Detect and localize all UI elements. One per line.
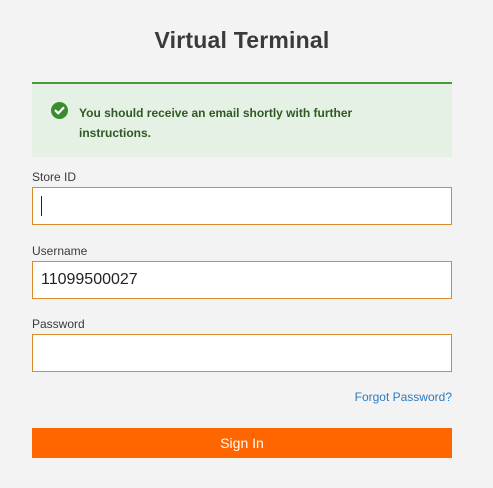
forgot-password-link[interactable]: Forgot Password? bbox=[355, 390, 452, 404]
sign-in-button[interactable]: Sign In bbox=[32, 428, 452, 458]
password-input[interactable] bbox=[32, 334, 452, 372]
store-id-label: Store ID bbox=[32, 170, 77, 184]
password-label: Password bbox=[32, 317, 85, 331]
store-id-input[interactable] bbox=[32, 187, 452, 225]
text-cursor bbox=[41, 196, 42, 216]
username-label: Username bbox=[32, 244, 88, 258]
username-input[interactable] bbox=[32, 261, 452, 299]
alert-message: You should receive an email shortly with… bbox=[79, 106, 353, 140]
success-alert: You should receive an email shortly with… bbox=[32, 82, 452, 157]
check-circle-icon bbox=[51, 102, 68, 119]
page-title: Virtual Terminal bbox=[154, 27, 330, 53]
